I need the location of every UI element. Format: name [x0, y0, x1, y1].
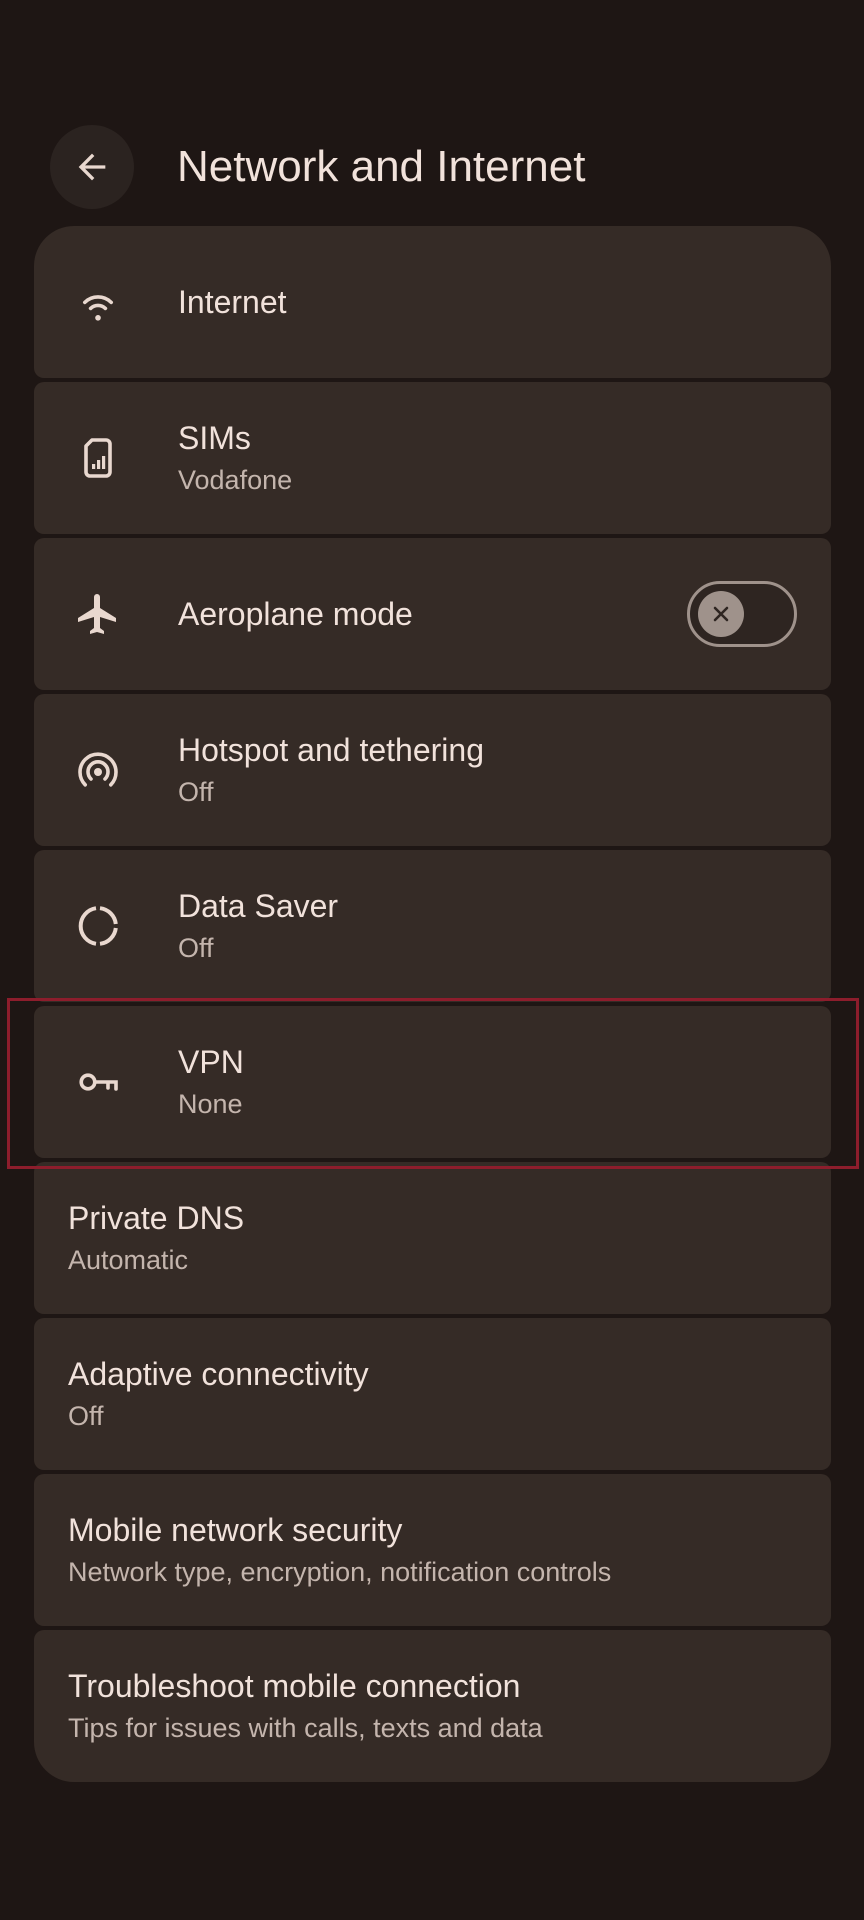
vpn-key-icon — [72, 1056, 124, 1108]
settings-item-subtitle: Off — [68, 1401, 104, 1431]
settings-item-private-dns[interactable]: Private DNS Automatic — [34, 1162, 831, 1314]
settings-item-data-saver[interactable]: Data Saver Off — [34, 850, 831, 1002]
settings-item-hotspot[interactable]: Hotspot and tethering Off — [34, 694, 831, 846]
settings-item-subtitle: Off — [178, 777, 214, 807]
back-button[interactable] — [50, 125, 134, 209]
settings-item-troubleshoot[interactable]: Troubleshoot mobile connection Tips for … — [34, 1630, 831, 1782]
settings-item-mobile-network-security[interactable]: Mobile network security Network type, en… — [34, 1474, 831, 1626]
data-saver-icon — [72, 900, 124, 952]
settings-item-title: Mobile network security — [68, 1512, 403, 1548]
settings-item-title: Adaptive connectivity — [68, 1356, 369, 1392]
airplane-icon — [72, 588, 124, 640]
settings-item-subtitle: Off — [178, 933, 214, 963]
wifi-icon — [72, 276, 124, 328]
settings-item-title: Private DNS — [68, 1200, 245, 1236]
close-icon — [713, 606, 729, 622]
settings-item-vpn[interactable]: VPN None — [34, 1006, 831, 1158]
settings-item-subtitle: Tips for issues with calls, texts and da… — [68, 1713, 543, 1743]
settings-item-subtitle: Network type, encryption, notification c… — [68, 1557, 612, 1587]
settings-item-internet[interactable]: Internet — [34, 226, 831, 378]
settings-screen: Network and Internet Internet SIMs Vodaf… — [0, 0, 864, 1920]
settings-item-title: Data Saver — [178, 888, 339, 924]
aeroplane-mode-toggle[interactable] — [687, 581, 797, 647]
settings-item-title: Internet — [178, 284, 287, 320]
settings-item-title: Hotspot and tethering — [178, 732, 484, 768]
toggle-knob — [698, 591, 744, 637]
arrow-left-icon — [78, 153, 106, 181]
settings-item-title: SIMs — [178, 420, 251, 456]
settings-item-subtitle: Automatic — [68, 1245, 189, 1275]
page-title: Network and Internet — [177, 142, 586, 191]
hotspot-icon — [72, 744, 124, 796]
settings-item-title: Troubleshoot mobile connection — [68, 1668, 521, 1704]
sim-card-icon — [72, 432, 124, 484]
settings-item-subtitle: None — [178, 1089, 243, 1119]
settings-item-sims[interactable]: SIMs Vodafone — [34, 382, 831, 534]
settings-list: Internet SIMs Vodafone Aeroplane mode Ho… — [34, 226, 831, 1782]
settings-item-aeroplane-mode[interactable]: Aeroplane mode — [34, 538, 831, 690]
settings-item-adaptive-connectivity[interactable]: Adaptive connectivity Off — [34, 1318, 831, 1470]
settings-item-title: VPN — [178, 1044, 244, 1080]
settings-item-subtitle: Vodafone — [178, 465, 293, 495]
settings-item-title: Aeroplane mode — [178, 596, 413, 632]
